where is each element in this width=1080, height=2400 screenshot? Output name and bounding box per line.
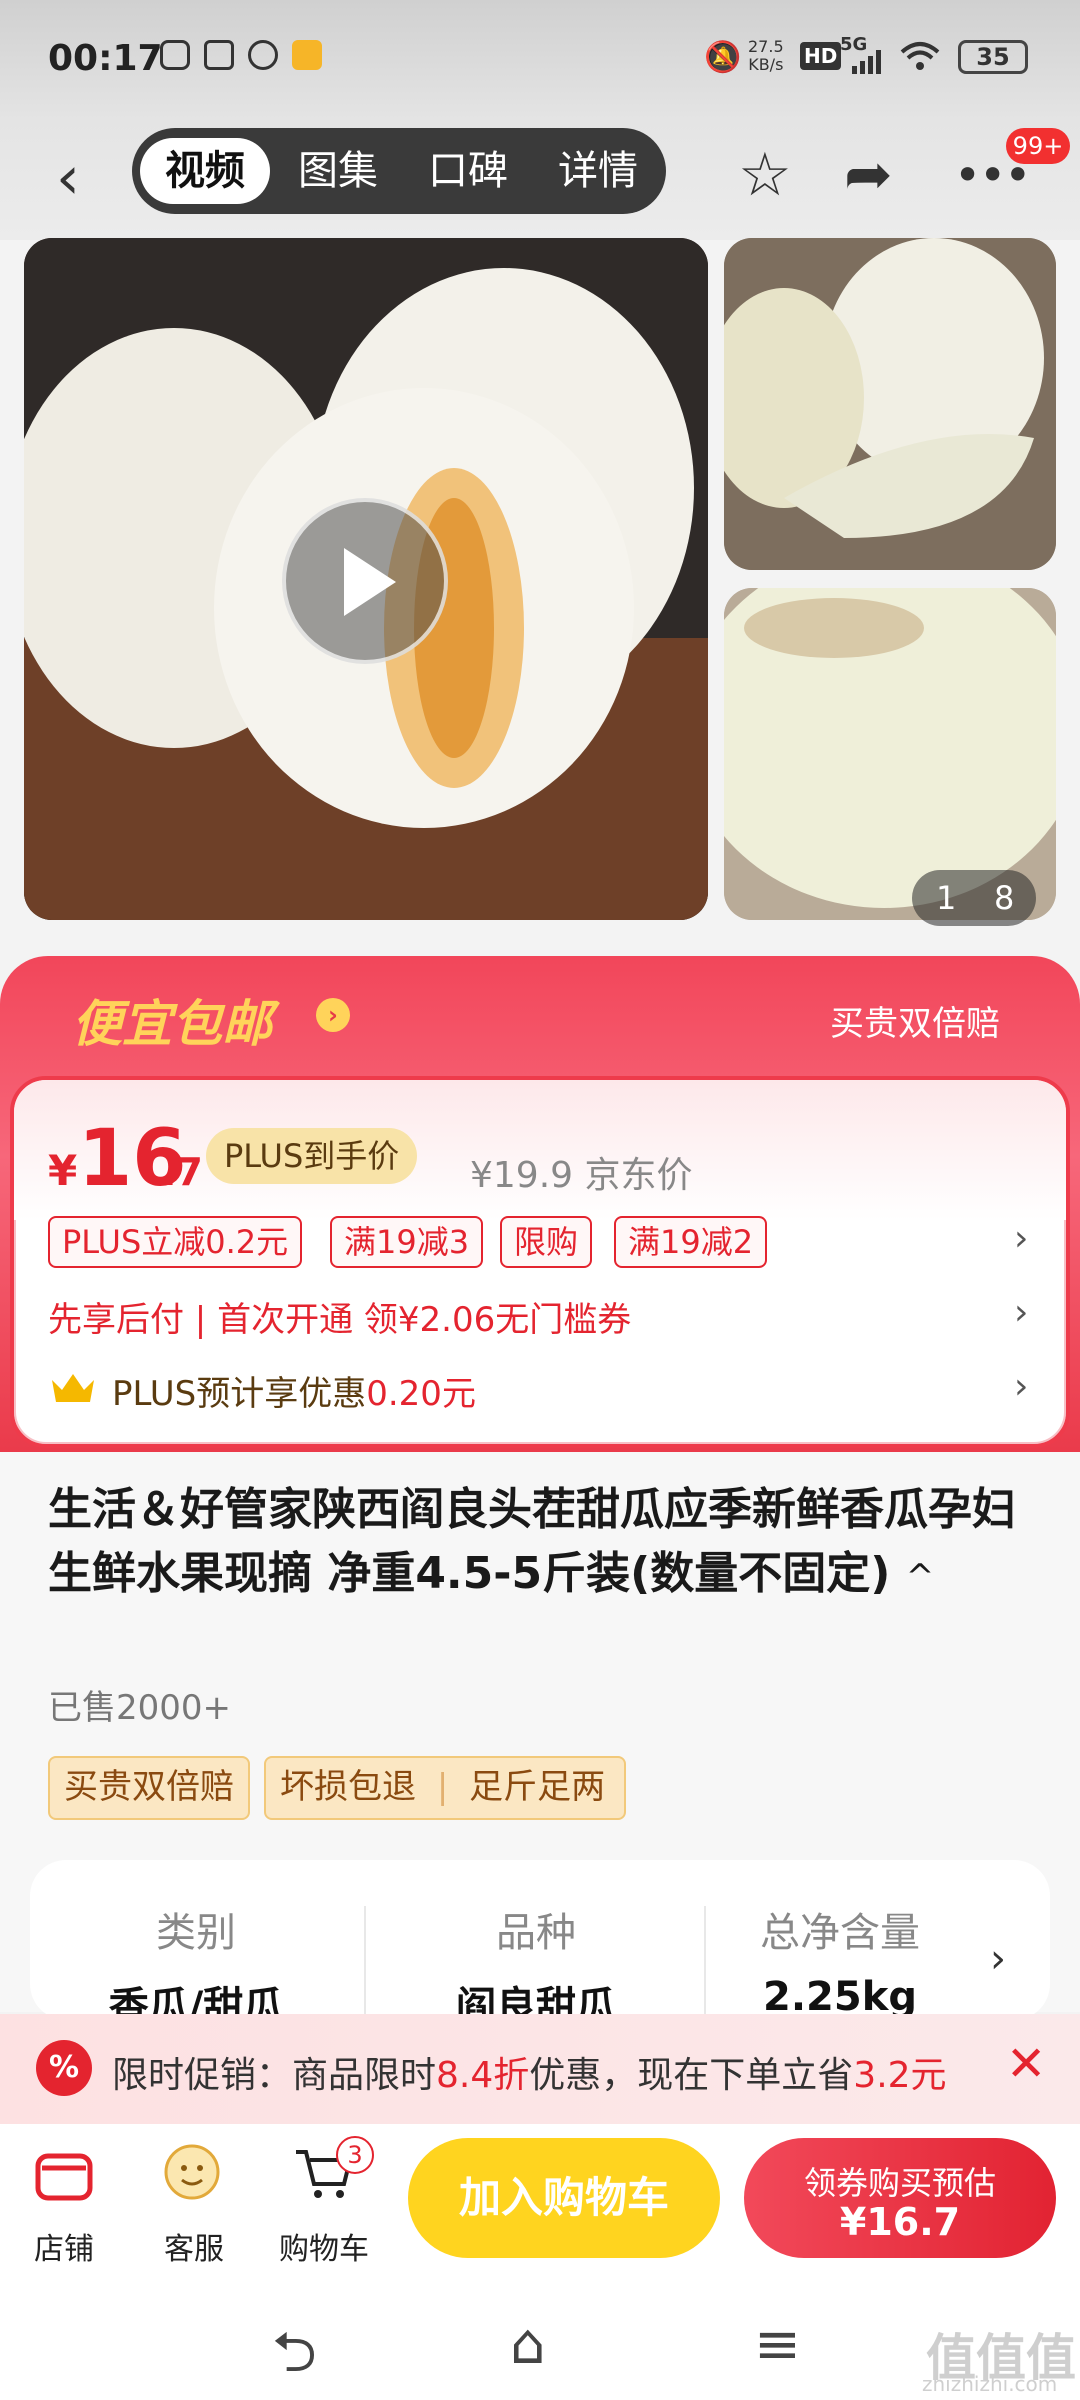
system-home-icon[interactable]: ⌂ — [510, 2312, 546, 2377]
chevron-right-icon[interactable]: › — [1014, 1218, 1028, 1259]
discount-tag[interactable]: PLUS立减0.2元 — [48, 1216, 303, 1268]
back-icon[interactable]: ‹ — [56, 148, 80, 208]
limited-promo-text: 限时促销：商品限时8.4折优惠，现在下单立省3.2元 — [112, 2046, 947, 2098]
collapse-icon[interactable]: ^ — [906, 1557, 935, 1597]
sold-count: 已售2000+ — [48, 1688, 232, 1728]
limited-promo-prefix: 限时促销：商品限时 — [112, 2055, 437, 2096]
shop-label[interactable]: 店铺 — [4, 2224, 124, 2268]
chevron-right-icon[interactable]: › — [316, 998, 350, 1032]
cart-count-badge: 3 — [336, 2136, 374, 2174]
service-chip: 坏损包退 — [280, 1767, 416, 1807]
media-tabs: 视频 图集 口碑 详情 — [132, 128, 666, 214]
promo-title[interactable]: 便宜包邮 — [72, 984, 272, 1056]
spec-header: 品种 — [496, 1910, 576, 1956]
system-back-icon[interactable]: ⮌ — [272, 2312, 317, 2400]
chevron-right-icon[interactable]: › — [990, 1936, 1006, 1982]
net-speed-unit: KB/s — [748, 55, 784, 74]
mute-icon: 🔕 — [704, 40, 742, 75]
customer-service-icon[interactable] — [162, 2144, 226, 2204]
tab-gallery[interactable]: 图集 — [278, 138, 398, 204]
melon-thumb-photo-1 — [724, 238, 1056, 570]
cart-label[interactable]: 购物车 — [264, 2224, 384, 2268]
discount-tag[interactable]: 限购 — [500, 1216, 593, 1268]
battery-icon: 35 — [958, 40, 1028, 74]
spec-divider — [364, 1906, 366, 2016]
buy-now-price: ¥16.7 — [839, 2200, 961, 2244]
net-speed: 27.5 KB/s — [748, 38, 784, 74]
shop-icon[interactable] — [32, 2144, 96, 2204]
limited-promo-middle: 优惠，现在下单立省 — [529, 2055, 854, 2096]
price-decimal: .7 — [162, 1150, 203, 1194]
discount-tag[interactable]: 满19减2 — [614, 1216, 768, 1268]
plus-savings-amount: 0.20元 — [366, 1374, 476, 1414]
product-title-text: 生活＆好管家陕西阎良头茬甜瓜应季新鲜香瓜孕妇生鲜水果现摘 净重4.5-5斤装(数… — [48, 1484, 1016, 1599]
zhi-app-icon — [248, 40, 278, 70]
signal-icon — [852, 50, 886, 74]
gallery-thumbnail-1[interactable] — [724, 238, 1056, 570]
close-icon[interactable]: ✕ — [1006, 2036, 1046, 2092]
plus-savings-prefix: PLUS预计享优惠 — [112, 1374, 367, 1414]
share-icon[interactable]: ➦ — [844, 140, 893, 208]
product-title[interactable]: 生活＆好管家陕西阎良头茬甜瓜应季新鲜香瓜孕妇生鲜水果现摘 净重4.5-5斤装(数… — [48, 1478, 1028, 1609]
status-time: 00:17 — [48, 38, 163, 79]
service-chip-group[interactable]: 坏损包退 | 足斤足两 — [264, 1756, 626, 1820]
add-to-cart-button[interactable]: 加入购物车 — [408, 2138, 720, 2258]
limited-promo-discount: 8.4折 — [436, 2055, 530, 2096]
original-price: ¥19.9 京东价 — [470, 1155, 693, 1196]
chevron-right-icon[interactable]: › — [1014, 1292, 1028, 1333]
hd-icon: HD — [800, 42, 842, 70]
limited-promo-saving: 3.2元 — [853, 2055, 947, 2096]
customer-service-label[interactable]: 客服 — [134, 2224, 254, 2268]
discount-icon: % — [36, 2040, 92, 2096]
double-compensation-label[interactable]: 买贵双倍赔 — [830, 996, 1000, 1045]
tv-app-icon — [160, 40, 190, 70]
crown-icon — [50, 1372, 96, 1404]
spec-header: 总净含量 — [760, 1910, 920, 1956]
favorite-star-icon[interactable]: ☆ — [738, 140, 792, 210]
bili-app-icon — [292, 40, 322, 70]
gallery-app-icon — [204, 40, 234, 70]
chevron-right-icon[interactable]: › — [1014, 1366, 1028, 1407]
wifi-icon — [900, 40, 940, 72]
gallery-pager: 1 8 — [912, 870, 1036, 926]
spec-header: 类别 — [156, 1910, 236, 1956]
net-speed-value: 27.5 — [748, 37, 784, 56]
watermark-url: zhizhizhi.com — [922, 2372, 1058, 2396]
pager-current: 1 — [936, 879, 957, 917]
tab-reviews[interactable]: 口碑 — [408, 138, 528, 204]
buy-now-label: 领券购买预估 — [803, 2164, 996, 2202]
pager-total: 8 — [994, 879, 1015, 917]
spec-divider — [704, 1906, 706, 2016]
chip-divider: | — [436, 1767, 449, 1807]
message-badge: 99+ — [1006, 128, 1070, 164]
tab-video[interactable]: 视频 — [140, 138, 270, 204]
tab-details[interactable]: 详情 — [538, 138, 658, 204]
system-menu-icon[interactable]: ≡ — [754, 2312, 801, 2377]
service-chip[interactable]: 买贵双倍赔 — [48, 1756, 250, 1820]
plus-price-label: PLUS到手价 — [206, 1128, 418, 1184]
play-icon — [344, 548, 396, 616]
price-currency: ¥ — [48, 1146, 78, 1195]
service-chip: 足斤足两 — [469, 1767, 606, 1807]
discount-tag[interactable]: 满19减3 — [330, 1216, 484, 1268]
coupon-offer[interactable]: 先享后付 | 首次开通 领¥2.06无门槛券 — [48, 1292, 631, 1341]
plus-savings[interactable]: PLUS预计享优惠0.20元 — [112, 1366, 476, 1415]
